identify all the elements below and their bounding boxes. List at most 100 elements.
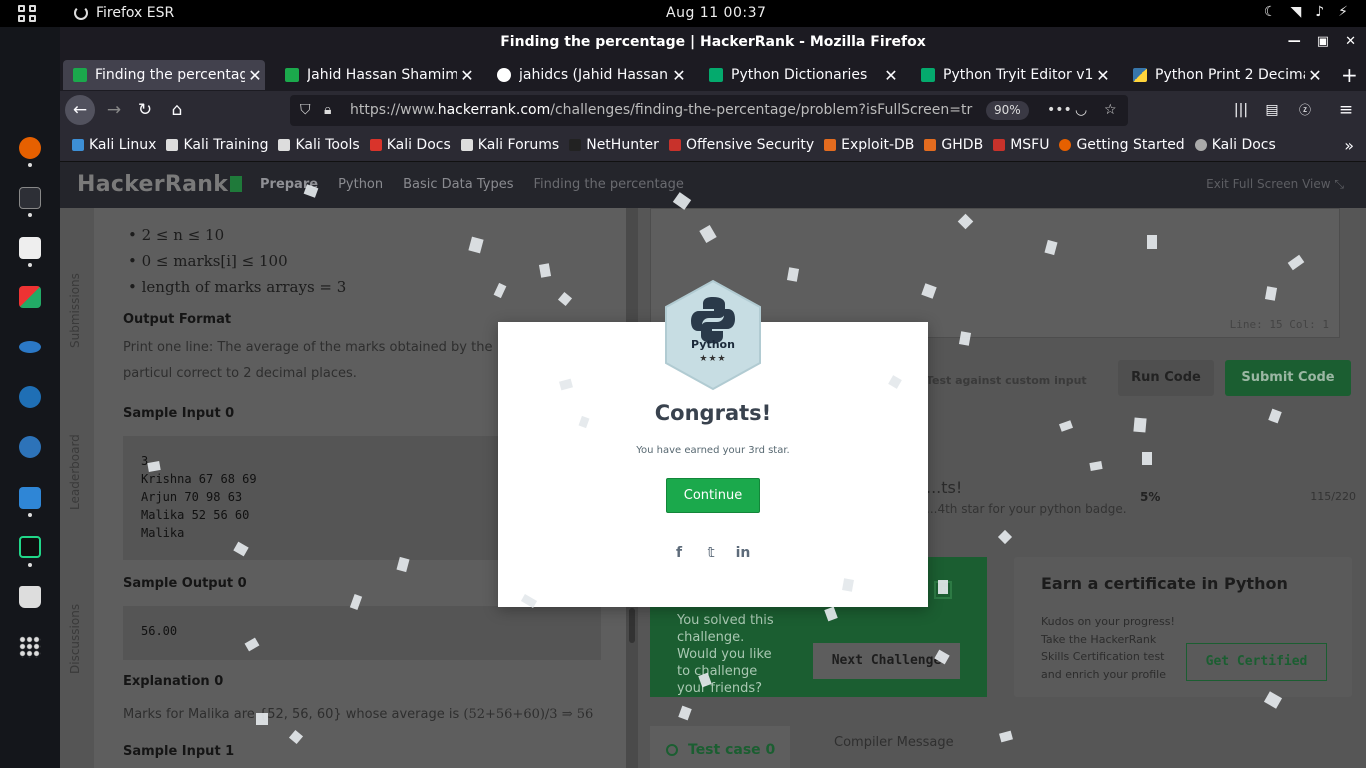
close-tab-icon[interactable]: ✕ (669, 66, 689, 85)
wifi-icon[interactable]: ◥ (1290, 4, 1301, 20)
pycharm-dock-icon[interactable] (19, 536, 41, 558)
url-bar[interactable]: https://www.hackerrank.com/challenges/fi… (290, 95, 1128, 126)
apps-grid-icon[interactable] (18, 5, 38, 23)
bookmark-kali-linux[interactable]: Kali Linux (72, 137, 156, 153)
app-center-dock-icon[interactable] (19, 286, 41, 308)
url-domain: hackerrank.com (437, 102, 551, 118)
pocket-icon[interactable]: ◡ (1075, 95, 1087, 126)
volume-icon[interactable]: ♪ (1315, 4, 1324, 20)
system-tray[interactable]: ☾ ◥ ♪ ⚡ (1264, 4, 1348, 20)
kali-icon (460, 139, 473, 151)
firefox-window: Finding the percentage | HackerRank - Mo… (60, 27, 1366, 768)
bookmark-ghdb[interactable]: GHDB (924, 137, 983, 153)
home-button[interactable]: ⌂ (162, 95, 192, 125)
close-tab-icon[interactable]: ✕ (1093, 66, 1113, 85)
terminal-dock-icon[interactable] (19, 187, 41, 209)
system-clock[interactable]: Aug 11 00:37 (666, 5, 766, 21)
forward-button[interactable]: → (99, 95, 129, 125)
eye-dock-icon[interactable] (19, 341, 41, 353)
tab-finding-percentage[interactable]: Finding the percentage ✕ (63, 60, 265, 90)
tab-github[interactable]: jahidcs (Jahid Hassan Sh ✕ (487, 60, 689, 90)
confetti-piece (1089, 461, 1103, 471)
firefox-dock-icon[interactable] (19, 137, 41, 159)
bookmark-kali-docs[interactable]: Kali Docs (369, 137, 451, 153)
window-title: Finding the percentage | HackerRank - Mo… (500, 34, 926, 50)
url-path: /challenges/finding-the-percentage/probl… (550, 102, 973, 118)
page-actions-icon[interactable]: ••• (1047, 95, 1072, 126)
offsec-icon (668, 139, 681, 151)
firefox-icon (1059, 139, 1072, 151)
page-content: HackerRank Prepare Python Basic Data Typ… (60, 162, 1366, 768)
bookmarks-overflow-icon[interactable]: » (1344, 136, 1354, 155)
bookmark-msfu[interactable]: MSFU (993, 137, 1049, 153)
confetti-piece (147, 461, 161, 472)
tab-jahid-profile[interactable]: Jahid Hassan Shamim - ✕ (275, 60, 477, 90)
bookmark-kali-tools[interactable]: Kali Tools (278, 137, 360, 153)
bookmark-kali-forums[interactable]: Kali Forums (460, 137, 559, 153)
left-dock (0, 27, 60, 768)
confetti-piece (958, 331, 972, 346)
confetti-piece (921, 283, 937, 299)
active-app-indicator[interactable]: Firefox ESR (74, 5, 174, 21)
confetti-piece (493, 282, 507, 299)
maximize-icon[interactable]: ▣ (1317, 27, 1329, 57)
trash-dock-icon[interactable] (19, 586, 41, 608)
battery-icon[interactable]: ⚡ (1338, 4, 1348, 20)
show-apps-dock-icon[interactable] (19, 636, 41, 658)
bookmark-kali-training[interactable]: Kali Training (166, 137, 268, 153)
globe-icon (1194, 139, 1207, 151)
close-tab-icon[interactable]: ✕ (245, 66, 265, 85)
confetti-piece (1147, 235, 1157, 249)
tab-label: Python Print 2 Decimal (1155, 67, 1305, 83)
confetti-piece (1058, 420, 1074, 432)
tab-python-dictionaries[interactable]: Python Dictionaries ✕ (699, 60, 901, 90)
lock-icon[interactable]: 🔒︎ (324, 95, 331, 126)
new-tab-button[interactable]: + (1335, 60, 1363, 90)
hackerrank-favicon (73, 68, 87, 82)
tab-print-decimal[interactable]: Python Print 2 Decimal ✕ (1123, 60, 1325, 90)
kali-icon (278, 139, 291, 151)
kali-icon (72, 139, 84, 151)
document-viewer-dock-icon[interactable] (19, 237, 41, 259)
confetti-piece (233, 541, 249, 557)
bookmark-star-icon[interactable]: ☆ (1104, 95, 1117, 126)
monitor-dock-icon[interactable] (19, 436, 41, 458)
confetti-piece (303, 184, 319, 198)
confetti-piece (538, 263, 552, 278)
close-tab-icon[interactable]: ✕ (457, 66, 477, 85)
bookmark-kali-docs-2[interactable]: Kali Docs (1194, 137, 1276, 153)
confetti-piece (559, 378, 573, 391)
close-window-icon[interactable]: ✕ (1345, 27, 1356, 57)
bookmark-offensive-security[interactable]: Offensive Security (668, 137, 814, 153)
menu-icon[interactable]: ≡ (1331, 95, 1361, 125)
close-tab-icon[interactable]: ✕ (1305, 66, 1325, 85)
window-titlebar[interactable]: Finding the percentage | HackerRank - Mo… (60, 27, 1366, 57)
confetti-piece (1264, 286, 1278, 301)
wireshark-dock-icon[interactable] (19, 386, 41, 408)
confetti-piece (842, 578, 854, 592)
tab-label: Python Dictionaries (731, 67, 868, 83)
back-button[interactable]: ← (65, 95, 95, 125)
confetti-piece (1287, 254, 1305, 271)
minimize-icon[interactable]: — (1288, 27, 1301, 57)
tab-tryit-editor[interactable]: Python Tryit Editor v1.0 ✕ (911, 60, 1113, 90)
bookmark-getting-started[interactable]: Getting Started (1059, 137, 1185, 153)
reload-button[interactable]: ↻ (130, 95, 160, 125)
bookmark-exploit-db[interactable]: Exploit-DB (824, 137, 914, 153)
w3schools-favicon (921, 68, 935, 82)
sidebar-icon[interactable]: ▤ (1257, 95, 1287, 125)
close-tab-icon[interactable]: ✕ (881, 66, 901, 85)
confetti-piece (256, 713, 268, 725)
library-icon[interactable]: ||| (1226, 95, 1256, 125)
bookmark-nethunter[interactable]: NetHunter (569, 137, 659, 153)
confetti-piece (1268, 408, 1282, 424)
shield-icon[interactable]: ⛉ (300, 95, 311, 126)
night-mode-icon[interactable]: ☾ (1264, 4, 1277, 20)
running-indicator (28, 163, 32, 167)
confetti-piece (1133, 417, 1147, 433)
zoom-level[interactable]: 90% (986, 101, 1029, 120)
account-icon[interactable]: ⓩ (1290, 95, 1320, 125)
files-dock-icon[interactable] (19, 487, 41, 509)
tab-label: Python Tryit Editor v1.0 (943, 67, 1093, 83)
confetti-piece (699, 224, 717, 244)
